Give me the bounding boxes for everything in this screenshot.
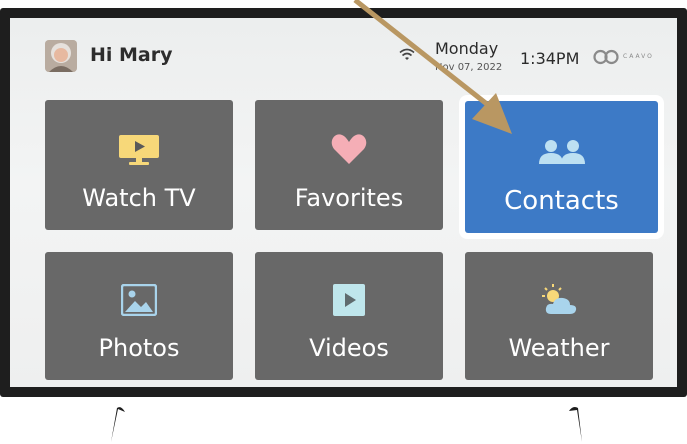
tv-stand-leg-left [111, 407, 125, 442]
tile-contacts[interactable]: Contacts [465, 101, 658, 233]
caavo-logo-icon [593, 49, 619, 65]
photo-icon [121, 284, 157, 316]
weather-icon [542, 284, 577, 314]
date-label: Nov 07, 2022 [435, 62, 503, 73]
heart-icon [331, 134, 367, 164]
wifi-icon [399, 48, 415, 60]
tile-watch-tv[interactable]: Watch TV [45, 100, 233, 230]
contacts-icon [538, 140, 585, 164]
tile-videos[interactable]: Videos [255, 252, 443, 380]
brand-name: CAAVO [623, 53, 654, 60]
tile-label: Watch TV [82, 184, 196, 212]
tv-screen: Hi Mary Monday Nov 07, 2022 1:34PM CAAVO [10, 18, 677, 387]
top-bar: Hi Mary Monday Nov 07, 2022 1:34PM CAAVO [10, 18, 677, 80]
tile-photos[interactable]: Photos [45, 252, 233, 380]
tv-frame: Hi Mary Monday Nov 07, 2022 1:34PM CAAVO [0, 8, 687, 397]
video-play-icon [333, 284, 365, 316]
tv-stand-leg-right [569, 407, 582, 442]
avatar-image [45, 40, 77, 72]
greeting-text: Hi Mary [90, 44, 173, 66]
tile-favorites[interactable]: Favorites [255, 100, 443, 230]
tile-label: Contacts [504, 186, 619, 216]
time-label: 1:34PM [520, 49, 580, 68]
user-avatar[interactable] [45, 40, 77, 72]
tile-label: Videos [309, 334, 389, 362]
day-label: Monday [435, 39, 499, 58]
tile-label: Favorites [294, 184, 404, 212]
tile-weather[interactable]: Weather [465, 252, 653, 380]
tv-icon [119, 135, 159, 165]
tile-label: Photos [98, 334, 180, 362]
tile-label: Weather [508, 334, 610, 362]
